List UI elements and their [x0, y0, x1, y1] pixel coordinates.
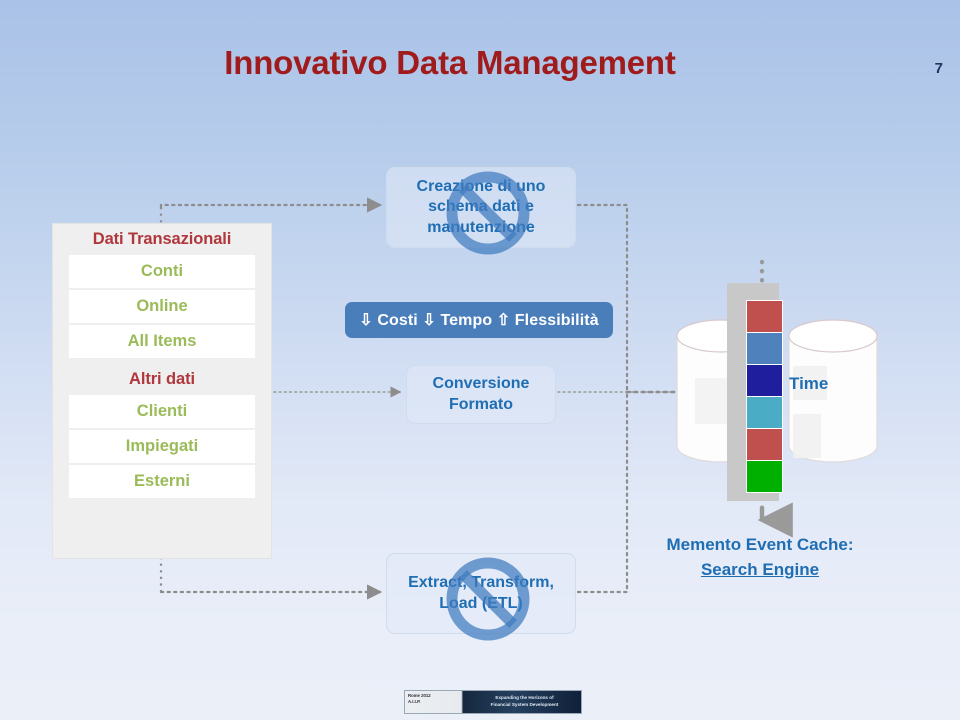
- list-item[interactable]: Conti: [69, 255, 255, 288]
- group-header-other: Altri dati: [129, 370, 195, 388]
- list-item[interactable]: Impiegati: [69, 430, 255, 463]
- process-box-etl[interactable]: Extract, Transform, Load (ETL): [386, 553, 576, 634]
- list-item[interactable]: Esterni: [69, 465, 255, 498]
- list-item[interactable]: All Items: [69, 325, 255, 358]
- banner-right-text: Expanding the Horizons of Financial Syst…: [468, 691, 581, 713]
- time-label: Time: [789, 374, 829, 393]
- event-block: [746, 460, 783, 493]
- list-item[interactable]: Online: [69, 290, 255, 323]
- event-block: [746, 428, 783, 461]
- banner-left-text: Rome 2012 A.I.I.P.: [405, 691, 468, 713]
- event-block: [746, 300, 783, 333]
- process-box-schema[interactable]: Creazione di uno schema dati e manutenzi…: [386, 167, 576, 248]
- banner-right-line2: Financial System Development: [490, 702, 559, 707]
- banner-left-line2: A.I.I.P.: [408, 699, 421, 705]
- conference-banner: Rome 2012 A.I.I.P. Expanding the Horizon…: [404, 690, 582, 714]
- process-box-conversione[interactable]: Conversione Formato: [406, 365, 556, 424]
- event-block: [746, 396, 783, 429]
- event-block: [746, 332, 783, 365]
- slide-canvas: Innovativo Data Management 7 Dati Transa…: [0, 0, 960, 720]
- banner-right-line1: Expanding the Horizons of: [495, 695, 554, 701]
- benefits-bar: ⇩ Costi ⇩ Tempo ⇧ Flessibilità: [345, 302, 613, 338]
- cache-caption: Memento Event Cache: Search Engine: [600, 533, 920, 582]
- database-cylinder-right: [788, 319, 878, 463]
- cache-caption-line2[interactable]: Search Engine: [600, 558, 920, 583]
- event-block: [746, 364, 783, 397]
- cache-caption-line1: Memento Event Cache:: [666, 535, 854, 554]
- list-item[interactable]: Clienti: [69, 395, 255, 428]
- left-data-panel: Dati Transazionali Conti Online All Item…: [52, 223, 272, 559]
- group-header-transactional: Dati Transazionali: [92, 230, 232, 248]
